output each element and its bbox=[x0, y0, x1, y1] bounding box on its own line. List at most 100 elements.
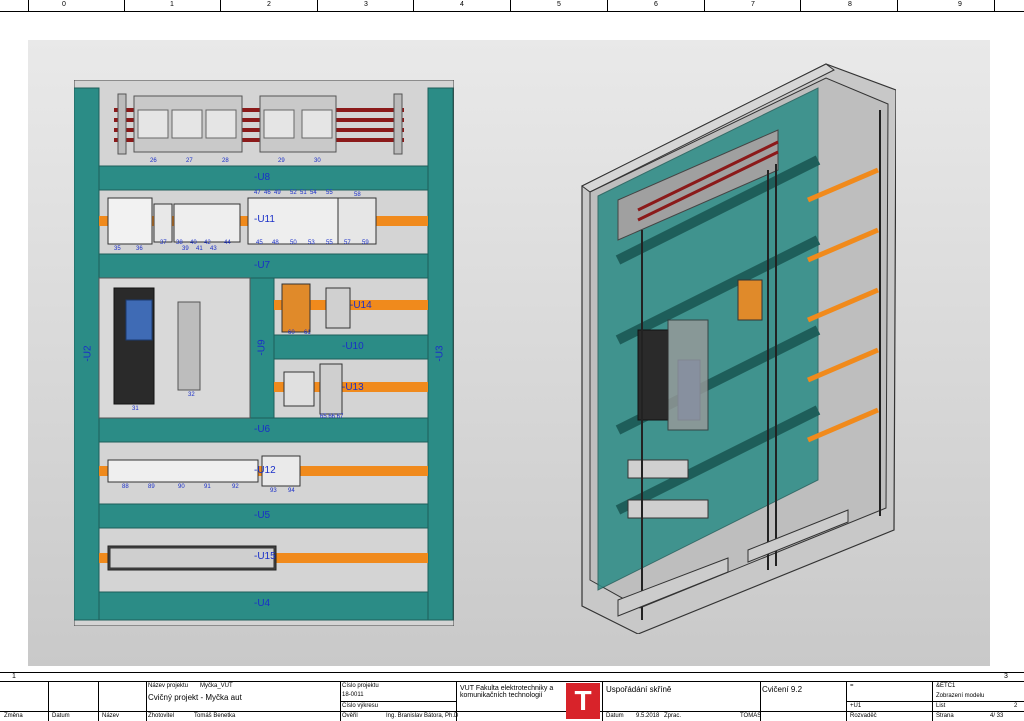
ruler-number: 8 bbox=[848, 1, 852, 8]
divider bbox=[98, 681, 99, 721]
project-description: Cvičný projekt - Myčka aut bbox=[148, 693, 242, 702]
exercise-title: Cvičení 9.2 bbox=[762, 685, 803, 694]
date-value: 9.5.2018 bbox=[636, 713, 660, 719]
item-number: 44 bbox=[224, 240, 231, 246]
switchboard-label: Rozvaděč bbox=[850, 713, 877, 719]
rail-label-u4: -U4 bbox=[254, 598, 271, 609]
code: &ETC1 bbox=[936, 683, 956, 689]
item-number: 59 bbox=[362, 240, 369, 246]
item-number: 55 bbox=[326, 240, 333, 246]
side-label-u2: -U2 bbox=[82, 345, 94, 362]
ruler-tick bbox=[317, 0, 318, 12]
item-number: 46 bbox=[264, 190, 271, 196]
item-number: 93 bbox=[270, 488, 277, 494]
divider bbox=[846, 701, 1024, 702]
ruler-tick bbox=[704, 0, 705, 12]
front-view: -U8 -U7 -U6 -U5 -U4 -U2 -U3 -U9 -U11 -U1… bbox=[74, 80, 454, 626]
ruler-tick bbox=[220, 0, 221, 12]
item-number: 89 bbox=[148, 484, 155, 490]
item-number: 51 bbox=[300, 190, 307, 196]
item-number: 31 bbox=[132, 406, 139, 412]
sheet-number: 2 bbox=[1014, 703, 1018, 709]
item-number: 39 bbox=[182, 246, 189, 252]
item-number: 30 bbox=[314, 158, 321, 164]
drawing-number-label: Číslo výkresu bbox=[342, 703, 379, 709]
ruler-tick bbox=[510, 0, 511, 12]
item-number: 37 bbox=[160, 240, 167, 246]
item-number: 58 bbox=[354, 192, 361, 198]
duct-label-u15: -U15 bbox=[254, 551, 276, 562]
divider bbox=[0, 711, 1024, 712]
page-label: Strana bbox=[936, 713, 954, 719]
item-number: 94 bbox=[288, 488, 295, 494]
checked-label: Ověřil bbox=[342, 713, 358, 719]
divider bbox=[48, 681, 49, 721]
author-name: Tomáš Benetka bbox=[194, 713, 236, 719]
ruler-tick bbox=[124, 0, 125, 12]
item-number: 90 bbox=[178, 484, 185, 490]
duct-label-u14: -U14 bbox=[350, 300, 372, 311]
duct-label-u13: -U13 bbox=[342, 382, 364, 393]
project-number-label: Číslo projektu bbox=[342, 683, 379, 689]
date-label: Datum bbox=[52, 713, 70, 719]
date-label-2: Datum bbox=[606, 713, 624, 719]
item-number: 35 bbox=[114, 246, 121, 252]
item-number: 48 bbox=[272, 240, 279, 246]
ruler-tick bbox=[607, 0, 608, 12]
item-number: 32 bbox=[188, 392, 195, 398]
view-type: Zobrazení modelu bbox=[936, 693, 985, 699]
author-label: Zhotovitel bbox=[148, 713, 175, 719]
ruler-tick bbox=[28, 0, 29, 12]
checked-by: Ing. Branislav Bátora, Ph.D bbox=[386, 713, 459, 719]
item-number: 49 bbox=[274, 190, 281, 196]
sheet-content: Uspořádání skříně bbox=[606, 685, 672, 694]
project-name: Myčka_VUT bbox=[200, 683, 233, 689]
title-block: Název projektu Myčka_VUT Cvičný projekt … bbox=[0, 672, 1024, 721]
divider bbox=[0, 681, 1024, 682]
rail-label-u7: -U7 bbox=[254, 260, 271, 271]
item-number: 57 bbox=[344, 240, 351, 246]
item-number: 26 bbox=[150, 158, 157, 164]
column-ruler: 0 1 2 3 4 5 6 7 8 9 bbox=[0, 0, 1024, 12]
rail-label-u5: -U5 bbox=[254, 510, 271, 521]
item-number: 65 66 67 bbox=[320, 414, 344, 420]
item-number: 92 bbox=[232, 484, 239, 490]
rail-label-u6: -U6 bbox=[254, 424, 271, 435]
item-number: 52 bbox=[290, 190, 297, 196]
duct-label-u10: -U10 bbox=[342, 341, 364, 352]
item-number: 50 bbox=[290, 240, 297, 246]
ruler-number: 2 bbox=[267, 1, 271, 8]
ruler-number: 1 bbox=[170, 1, 174, 8]
project-name-label: Název projektu bbox=[148, 683, 189, 689]
ruler-number: 3 bbox=[364, 1, 368, 8]
ruler-tick bbox=[994, 0, 995, 12]
divider bbox=[340, 701, 456, 702]
item-number: 61 bbox=[304, 330, 311, 336]
item-number: 47 bbox=[254, 190, 261, 196]
divider bbox=[146, 681, 147, 721]
item-number: 27 bbox=[186, 158, 193, 164]
side-label-u3: -U3 bbox=[434, 345, 446, 362]
vertical-label-u9: -U9 bbox=[256, 339, 268, 356]
item-number: 54 bbox=[310, 190, 317, 196]
ruler-number: 7 bbox=[751, 1, 755, 8]
item-number: 60 bbox=[288, 330, 295, 336]
cabinet-isometric-svg bbox=[581, 63, 896, 634]
ruler-tick bbox=[800, 0, 801, 12]
isometric-view bbox=[578, 60, 896, 634]
location-u1: +U1 bbox=[850, 703, 862, 709]
processed-by: TOMÁŠ bbox=[740, 713, 762, 719]
item-number: 41 bbox=[196, 246, 203, 252]
ruler-tick bbox=[897, 0, 898, 12]
item-number: 36 bbox=[136, 246, 143, 252]
sheet-label: List bbox=[936, 703, 946, 709]
duct-label-u11: -U11 bbox=[254, 214, 275, 225]
item-number: 88 bbox=[122, 484, 129, 490]
change-label: Změna bbox=[4, 713, 23, 719]
ruler-number: 5 bbox=[557, 1, 561, 8]
ruler-number: 9 bbox=[958, 1, 962, 8]
item-number: 53 bbox=[308, 240, 315, 246]
project-number: 18-0011 bbox=[342, 692, 364, 698]
item-number: 45 bbox=[256, 240, 263, 246]
processed-label: Zprac. bbox=[664, 713, 682, 719]
